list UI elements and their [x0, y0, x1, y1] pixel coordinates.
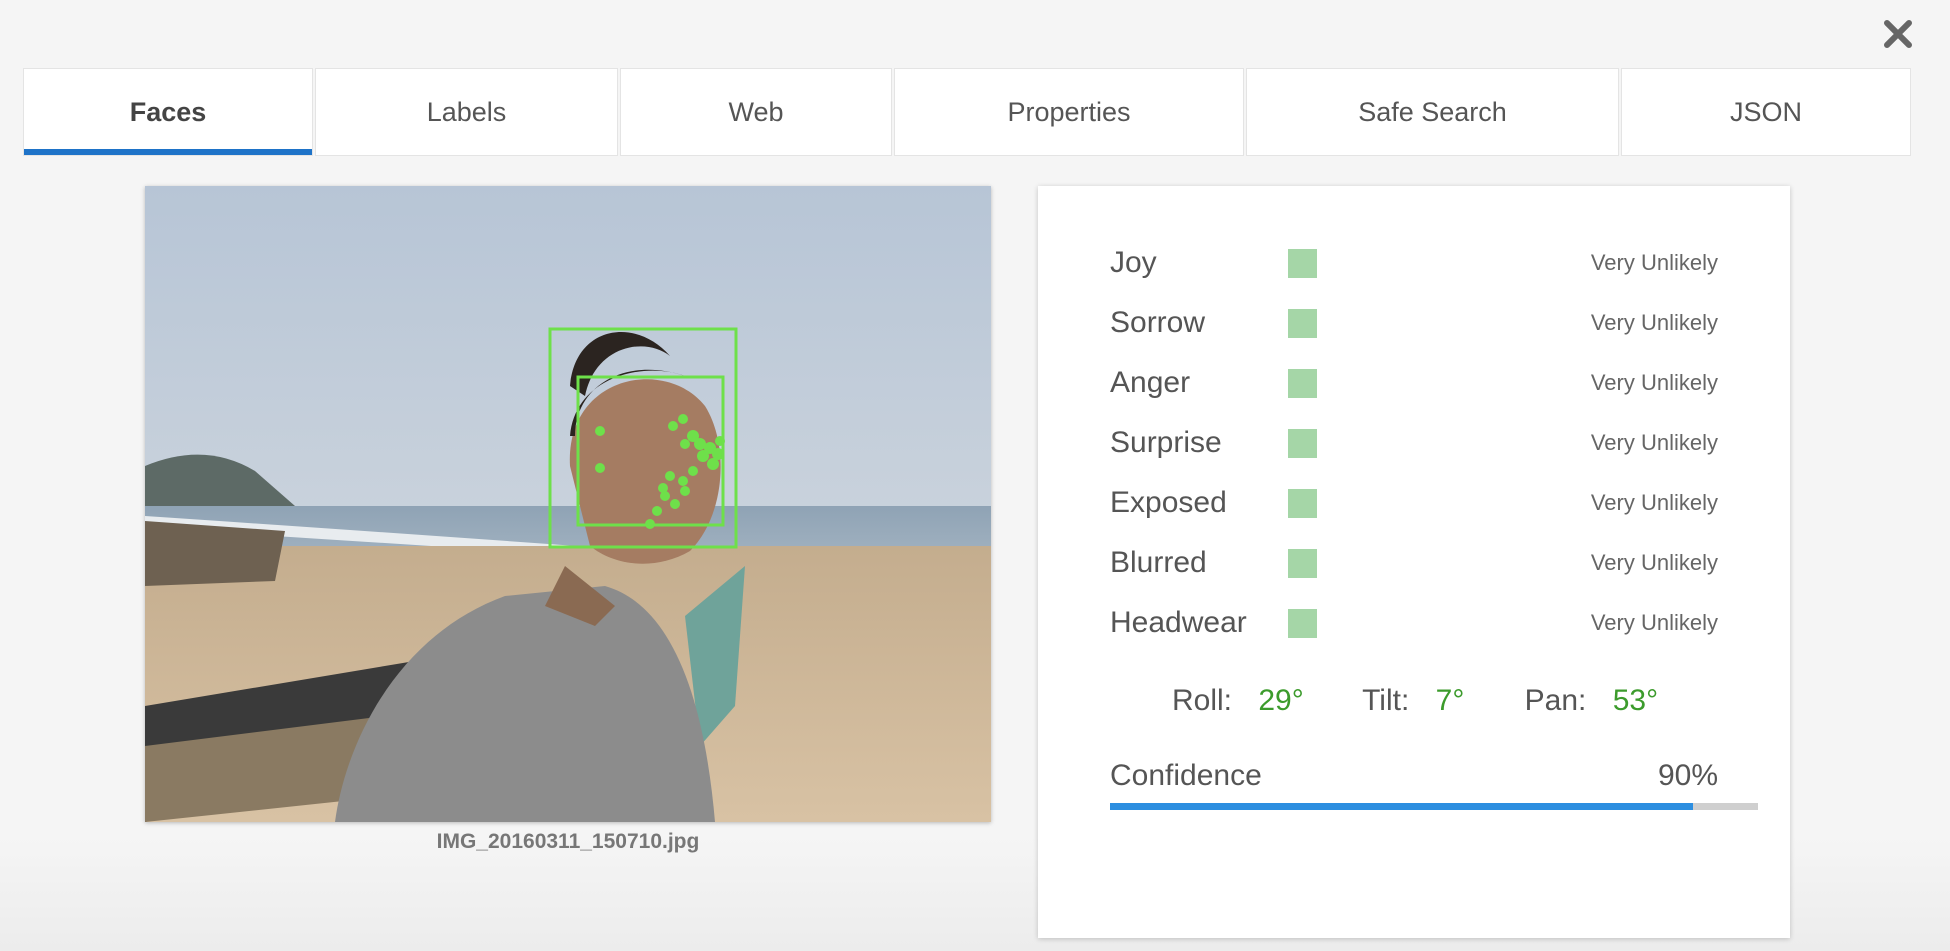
- tab-web[interactable]: Web: [620, 68, 892, 156]
- roll-value: 29°: [1258, 684, 1304, 717]
- likelihood-value: Very Unlikely: [1590, 490, 1718, 515]
- attribute-label: Joy: [1110, 246, 1157, 279]
- likelihood-value: Very Unlikely: [1590, 430, 1718, 455]
- tab-bar: Faces Labels Web Properties Safe Search …: [23, 68, 1911, 156]
- attribute-label: Anger: [1110, 366, 1191, 399]
- tab-faces[interactable]: Faces: [23, 68, 313, 156]
- likelihood-indicator: [1288, 369, 1317, 398]
- likelihood-indicator: [1288, 549, 1317, 578]
- tab-safe-search[interactable]: Safe Search: [1246, 68, 1619, 156]
- confidence-label: Confidence: [1110, 759, 1262, 792]
- photo-canvas: [145, 186, 991, 822]
- attribute-label: Surprise: [1110, 426, 1222, 459]
- attribute-row-joy: Joy Very Unlikely: [1110, 243, 1718, 283]
- likelihood-indicator: [1288, 489, 1317, 518]
- close-icon: [1884, 20, 1912, 48]
- attribute-label: Exposed: [1110, 486, 1227, 519]
- confidence-value: 90%: [1657, 759, 1718, 792]
- attribute-label: Blurred: [1110, 546, 1207, 579]
- attribute-row-headwear: Headwear Very Unlikely: [1110, 603, 1718, 643]
- confidence-bar: [1110, 803, 1758, 810]
- attribute-row-sorrow: Sorrow Very Unlikely: [1110, 303, 1718, 343]
- tab-properties[interactable]: Properties: [894, 68, 1244, 156]
- tilt-value: 7°: [1435, 684, 1465, 717]
- attribute-label: Sorrow: [1110, 306, 1206, 339]
- attribute-row-blurred: Blurred Very Unlikely: [1110, 543, 1718, 583]
- pan-value: 53°: [1612, 684, 1659, 717]
- tab-labels[interactable]: Labels: [315, 68, 618, 156]
- attribute-label: Headwear: [1110, 606, 1247, 639]
- pan-label: Pan:: [1524, 684, 1587, 717]
- roll-label: Roll:: [1172, 684, 1233, 717]
- confidence-bar-fill: [1110, 803, 1694, 810]
- likelihood-value: Very Unlikely: [1590, 610, 1718, 635]
- likelihood-value: Very Unlikely: [1590, 550, 1718, 575]
- image-filename: IMG_20160311_150710.jpg: [436, 830, 700, 853]
- close-button[interactable]: [1878, 14, 1918, 54]
- analyzed-photo: [145, 186, 991, 822]
- likelihood-indicator: [1288, 309, 1317, 338]
- attribute-row-exposed: Exposed Very Unlikely: [1110, 483, 1718, 523]
- likelihood-value: Very Unlikely: [1590, 250, 1718, 275]
- likelihood-indicator: [1288, 249, 1317, 278]
- likelihood-indicator: [1288, 609, 1317, 638]
- likelihood-value: Very Unlikely: [1590, 370, 1718, 395]
- attribute-row-surprise: Surprise Very Unlikely: [1110, 423, 1718, 463]
- likelihood-indicator: [1288, 429, 1317, 458]
- tab-json[interactable]: JSON: [1621, 68, 1911, 156]
- attribute-row-anger: Anger Very Unlikely: [1110, 363, 1718, 403]
- face-details-card: Joy Very Unlikely Sorrow Very Unlikely A…: [1038, 186, 1790, 938]
- face-angles: Roll: 29° Tilt: 7° Pan: 53°: [1172, 681, 1658, 721]
- likelihood-value: Very Unlikely: [1590, 310, 1718, 335]
- tilt-label: Tilt:: [1362, 684, 1410, 717]
